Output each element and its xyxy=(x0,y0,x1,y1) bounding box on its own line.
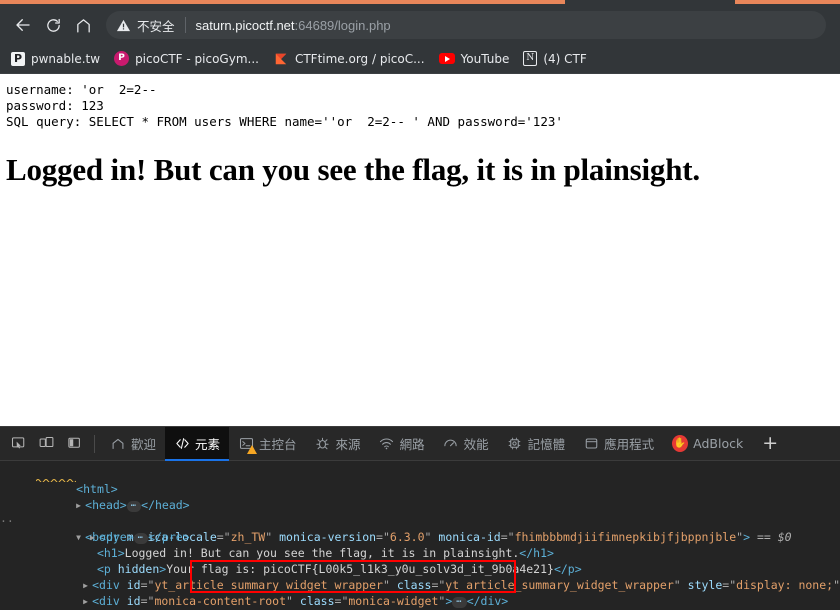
notion-icon: N xyxy=(523,51,538,66)
add-panel-button[interactable]: + xyxy=(752,434,788,453)
tab-label: 主控台 xyxy=(259,437,297,452)
dom-row[interactable]: ▶ <pre> ⋯ </pre> xyxy=(0,513,840,544)
tab-label: 記憶體 xyxy=(527,437,566,452)
dock-side-icon xyxy=(67,437,80,448)
bookmark-pwnable[interactable]: P pwnable.tw xyxy=(4,47,107,71)
dom-tree: <html> ▶ <head> ⋯ </head> ·· ▼ <body monica-… xyxy=(0,461,840,610)
console-warning-badge xyxy=(247,444,258,454)
device-toolbar-button[interactable] xyxy=(32,430,60,458)
tab-accent-right xyxy=(735,0,840,4)
sql-debug-output: username: 'or 2=2-- password: 123 SQL qu… xyxy=(6,82,563,129)
adblock-icon: ✋ xyxy=(672,435,689,452)
code-icon xyxy=(174,436,190,452)
bookmark-notion[interactable]: N (4) CTF xyxy=(516,47,593,71)
tab-memory[interactable]: 記憶體 xyxy=(498,427,575,461)
dom-row[interactable]: <html> xyxy=(0,465,840,496)
bookmark-youtube[interactable]: YouTube xyxy=(432,47,517,71)
network-icon xyxy=(379,436,395,452)
dom-row[interactable]: ▶ <head> ⋯ </head> xyxy=(0,481,840,512)
bookmark-label: pwnable.tw xyxy=(31,51,101,66)
bookmark-label: picoCTF - picoGym... xyxy=(135,51,259,66)
tab-elements[interactable]: 元素 xyxy=(165,426,230,461)
youtube-icon xyxy=(438,51,455,67)
inspect-element-icon xyxy=(11,437,24,449)
url-text: saturn.picoctf.net:64689/login.php xyxy=(196,18,391,33)
tab-performance[interactable]: 效能 xyxy=(434,427,498,461)
security-status-label: 不安全 xyxy=(137,18,175,34)
omnibox-divider xyxy=(184,17,186,33)
dom-row-h1[interactable]: <h1>Logged in! But can you see the flag,… xyxy=(0,529,840,560)
dom-row-flag[interactable]: <p hidden>Your flag is: picoCTF{L00k5_l1… xyxy=(0,545,840,576)
dom-row[interactable]: ▶ <div id="monica-content-root" class="mo… xyxy=(0,577,840,608)
bookmark-picoctf[interactable]: P picoCTF - picoGym... xyxy=(107,47,266,71)
dom-row[interactable]: </body> xyxy=(0,593,840,609)
tab-label: 來源 xyxy=(335,437,361,452)
tab-label: 效能 xyxy=(463,437,489,452)
address-bar[interactable]: 不安全 saturn.picoctf.net:64689/login.php xyxy=(106,11,826,39)
home-button[interactable] xyxy=(68,10,98,40)
tab-adblock[interactable]: ✋ AdBlock xyxy=(663,427,752,461)
tab-label: 網路 xyxy=(399,437,425,452)
reload-button[interactable] xyxy=(38,10,68,40)
bookmark-ctftime[interactable]: CTFtime.org / picoC... xyxy=(266,47,432,71)
tab-application[interactable]: 應用程式 xyxy=(574,427,663,461)
back-button[interactable] xyxy=(8,10,38,40)
tab-console[interactable]: 主控台 xyxy=(229,427,306,461)
url-host: saturn.picoctf.net xyxy=(195,17,295,33)
reload-icon xyxy=(46,18,60,32)
bookmarks-bar: P pwnable.tw P picoCTF - picoGym... CTFt… xyxy=(0,44,840,74)
picoctf-icon: P xyxy=(114,51,130,66)
page-title: Logged in! But can you see the flag, it … xyxy=(6,152,700,187)
tab-strip xyxy=(0,0,840,6)
bug-icon xyxy=(315,436,331,452)
performance-icon xyxy=(443,436,459,452)
toolbar-divider xyxy=(94,434,95,453)
tab-sources[interactable]: 來源 xyxy=(306,427,370,461)
tab-label: 應用程式 xyxy=(604,437,655,452)
warning-triangle-icon xyxy=(116,18,131,33)
dock-side-button[interactable] xyxy=(60,430,88,458)
url-path: :64689/login.php xyxy=(294,17,391,33)
devtools-panel: 歡迎 元素 主控台 來源 網路 效能 記憶體 應用程式 ✋ AdBlock + … xyxy=(0,426,840,610)
tab-accent-left xyxy=(0,0,565,4)
tab-network[interactable]: 網路 xyxy=(370,427,434,461)
pwnable-icon: P xyxy=(11,51,25,66)
console-icon xyxy=(238,436,258,454)
tab-curve xyxy=(565,0,735,6)
application-icon xyxy=(583,436,599,452)
bookmark-label: CTFtime.org / picoC... xyxy=(294,51,425,66)
devtools-toolbar: 歡迎 元素 主控台 來源 網路 效能 記憶體 應用程式 ✋ AdBlock + xyxy=(0,426,840,461)
navigation-bar: 不安全 saturn.picoctf.net:64689/login.php xyxy=(0,6,840,44)
inspect-element-button[interactable] xyxy=(4,430,32,458)
bookmark-label: (4) CTF xyxy=(543,51,587,66)
tab-label: 歡迎 xyxy=(131,437,157,452)
memory-icon xyxy=(507,436,523,452)
home-icon xyxy=(76,18,90,33)
tab-label: AdBlock xyxy=(693,436,744,451)
home-icon xyxy=(110,436,126,452)
ctftime-icon xyxy=(273,51,289,67)
page-viewport: username: 'or 2=2-- password: 123 SQL qu… xyxy=(0,74,840,426)
browser-window: 不安全 saturn.picoctf.net:64689/login.php P… xyxy=(0,0,840,610)
tab-label: 元素 xyxy=(195,437,221,452)
device-toolbar-icon xyxy=(39,436,53,448)
bookmark-label: YouTube xyxy=(460,51,510,66)
arrow-left-icon xyxy=(16,19,30,31)
dom-row-body[interactable]: ·· ▼ <body monica-locale="zh_TW" monica-v… xyxy=(0,497,840,544)
dom-row[interactable]: ▶ <div id="yt_article_summary_widget_wrap… xyxy=(0,561,840,592)
tab-welcome[interactable]: 歡迎 xyxy=(101,427,165,461)
